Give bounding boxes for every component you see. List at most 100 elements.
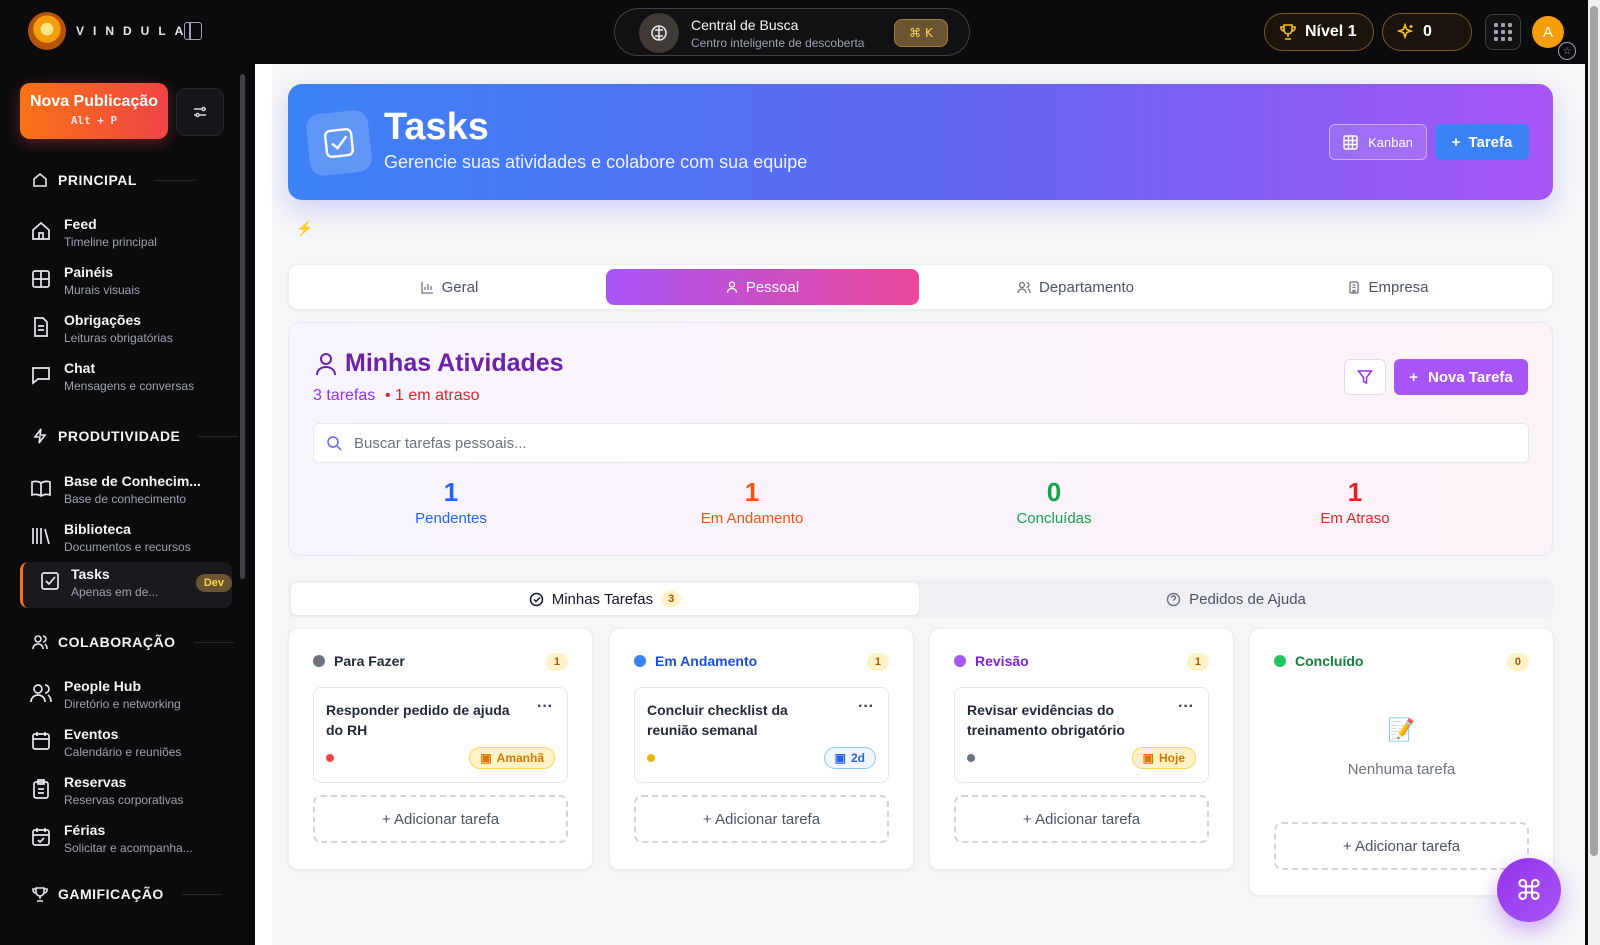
trophy-icon (1280, 24, 1296, 40)
stat-em-atraso: 1 Em Atraso (1255, 477, 1455, 527)
points-value: 0 (1423, 23, 1432, 40)
document-icon (34, 317, 48, 337)
more-options-icon[interactable]: ··· (537, 698, 553, 716)
more-options-icon[interactable]: ··· (858, 698, 874, 716)
brand-logo[interactable]: VINDULA (28, 12, 192, 50)
add-task-button[interactable]: + Adicionar tarefa (1274, 822, 1529, 870)
sidebar-scrollbar[interactable] (240, 74, 245, 579)
late-count-text: • 1 em atraso (385, 387, 480, 404)
empty-state-text: Nenhuma tarefa (1347, 761, 1456, 778)
task-title: Revisar evidências do treinamento obriga… (967, 702, 1125, 738)
sparkles-icon (1397, 23, 1414, 40)
kanban-view-button[interactable]: Kanban (1329, 124, 1427, 160)
section-gamificacao: GAMIFICAÇÃO (32, 886, 222, 902)
building-icon (1349, 280, 1360, 294)
top-bar: VINDULA Central de Busca Centro intelige… (0, 0, 1600, 64)
column-header: Em Andamento (634, 653, 757, 669)
tasks-hero-banner: Tasks Gerencie suas atividades e colabor… (288, 84, 1553, 200)
users-outline-icon (32, 635, 48, 650)
sidebar-item-biblioteca[interactable]: Biblioteca Documentos e recursos (30, 517, 230, 561)
column-header: Revisão (954, 653, 1029, 669)
memo-icon: 📝 (1387, 717, 1416, 742)
add-task-button[interactable]: + Adicionar tarefa (954, 795, 1209, 843)
column-header: Para Fazer (313, 653, 405, 669)
points-badge[interactable]: 0 (1382, 13, 1472, 51)
tab-pedidos-de-ajuda[interactable]: Pedidos de Ajuda (922, 583, 1550, 615)
sidebar-item-base-conhecimento[interactable]: Base de Conhecim... Base de conhecimento (30, 469, 230, 513)
tab-minhas-tarefas[interactable]: Minhas Tarefas 3 (291, 583, 919, 615)
sidebar-item-chat[interactable]: Chat Mensagens e conversas (30, 356, 230, 400)
tab-pessoal[interactable]: Pessoal (606, 269, 919, 305)
task-card[interactable]: Concluir checklist da reunião semanal ··… (634, 687, 889, 783)
star-badge-icon: ☆ (1558, 42, 1576, 60)
command-fab-button[interactable]: ⌘ (1497, 858, 1561, 922)
tab-empresa[interactable]: Empresa (1232, 269, 1545, 305)
level-label: Nível 1 (1305, 23, 1357, 40)
sidebar-item-obrigacoes[interactable]: Obrigações Leituras obrigatórias (30, 308, 230, 352)
brand-name: VINDULA (76, 24, 193, 38)
sidebar-item-ferias[interactable]: Férias Solicitar e acompanha... (30, 818, 230, 862)
user-avatar[interactable]: A (1532, 16, 1564, 48)
column-count-badge: 0 (1506, 653, 1529, 671)
more-options-icon[interactable]: ··· (1178, 698, 1194, 716)
team-icon (1017, 281, 1031, 293)
sidebar-item-paineis[interactable]: Painéis Murais visuais (30, 260, 230, 304)
sidebar-item-eventos[interactable]: Eventos Calendário e reuniões (30, 722, 230, 766)
priority-dot (647, 754, 655, 762)
sidebar: Nova Publicação Alt + P PRINCIPAL Feed T… (0, 64, 255, 945)
book-icon (31, 480, 51, 498)
new-task-hero-button[interactable]: + Tarefa (1435, 124, 1529, 160)
priority-dot (326, 754, 334, 762)
central-search-button[interactable]: Central de Busca Centro inteligente de d… (614, 8, 970, 56)
grid-icon (32, 270, 50, 288)
status-dot (313, 655, 325, 667)
stat-value: 1 (744, 477, 760, 507)
scope-tabs: Geral Pessoal Departamento Empresa (288, 264, 1553, 310)
task-card[interactable]: Revisar evidências do treinamento obriga… (954, 687, 1209, 783)
tab-departamento[interactable]: Departamento (919, 269, 1232, 305)
user-icon (316, 353, 336, 376)
user-icon (726, 281, 737, 293)
column-header: Concluído (1274, 653, 1363, 669)
lightning-icon (33, 428, 47, 444)
help-circle-icon (1166, 592, 1181, 606)
sidebar-item-tasks[interactable]: Tasks Apenas em de... Dev (20, 562, 232, 608)
apps-grid-button[interactable] (1485, 14, 1521, 50)
task-card[interactable]: Responder pedido de ajuda do RH ··· ▣ Am… (313, 687, 568, 783)
sidebar-item-feed[interactable]: Feed Timeline principal (30, 212, 230, 256)
sidebar-item-reservas[interactable]: Reservas Reservas corporativas (30, 770, 230, 814)
users-icon (30, 684, 52, 703)
calendar-icon (32, 732, 50, 750)
chat-icon (32, 367, 50, 385)
new-post-label: Nova Publicação (29, 93, 159, 110)
stat-pendentes: 1 Pendentes (351, 477, 551, 527)
new-post-button[interactable]: Nova Publicação Alt + P (20, 83, 168, 139)
add-task-button[interactable]: + Adicionar tarefa (313, 795, 568, 843)
calendar-icon: ▣ (834, 751, 846, 765)
bar-chart-icon (421, 281, 433, 294)
task-tabs: Minhas Tarefas 3 Pedidos de Ajuda (288, 580, 1553, 618)
tab-geral[interactable]: Geral (293, 269, 606, 305)
stat-concluidas: 0 Concluídas (954, 477, 1154, 527)
search-title: Central de Busca (691, 17, 799, 33)
calendar-icon: ▣ (1142, 751, 1154, 765)
level-badge[interactable]: Nível 1 (1264, 13, 1374, 51)
plus-icon: + (1451, 133, 1461, 151)
lightning-spark-icon: ⚡ (296, 220, 314, 236)
filter-icon (1357, 370, 1373, 385)
add-task-button[interactable]: + Adicionar tarefa (634, 795, 889, 843)
new-task-button[interactable]: + Nova Tarefa (1394, 359, 1528, 395)
task-search-input[interactable]: Buscar tarefas pessoais... (313, 423, 1529, 463)
due-badge: ▣ Amanhã (469, 747, 555, 769)
sidebar-toggle-icon[interactable] (184, 22, 202, 40)
section-produtividade: PRODUTIVIDADE (32, 428, 239, 444)
kanban-column-em-andamento: Em Andamento 1 Concluir checklist da reu… (609, 628, 914, 870)
column-count-badge: 1 (1186, 653, 1209, 671)
plus-icon: + (1409, 368, 1418, 386)
filter-button[interactable] (1344, 359, 1386, 395)
page-subtitle: Gerencie suas atividades e colabore com … (384, 152, 808, 172)
page-scrollbar[interactable] (1588, 0, 1600, 945)
sidebar-settings-button[interactable] (176, 88, 224, 136)
kanban-column-concluido: Concluído 0 📝 Nenhuma tarefa + Adicionar… (1249, 628, 1554, 896)
sidebar-item-people-hub[interactable]: People Hub Diretório e networking (30, 674, 230, 718)
